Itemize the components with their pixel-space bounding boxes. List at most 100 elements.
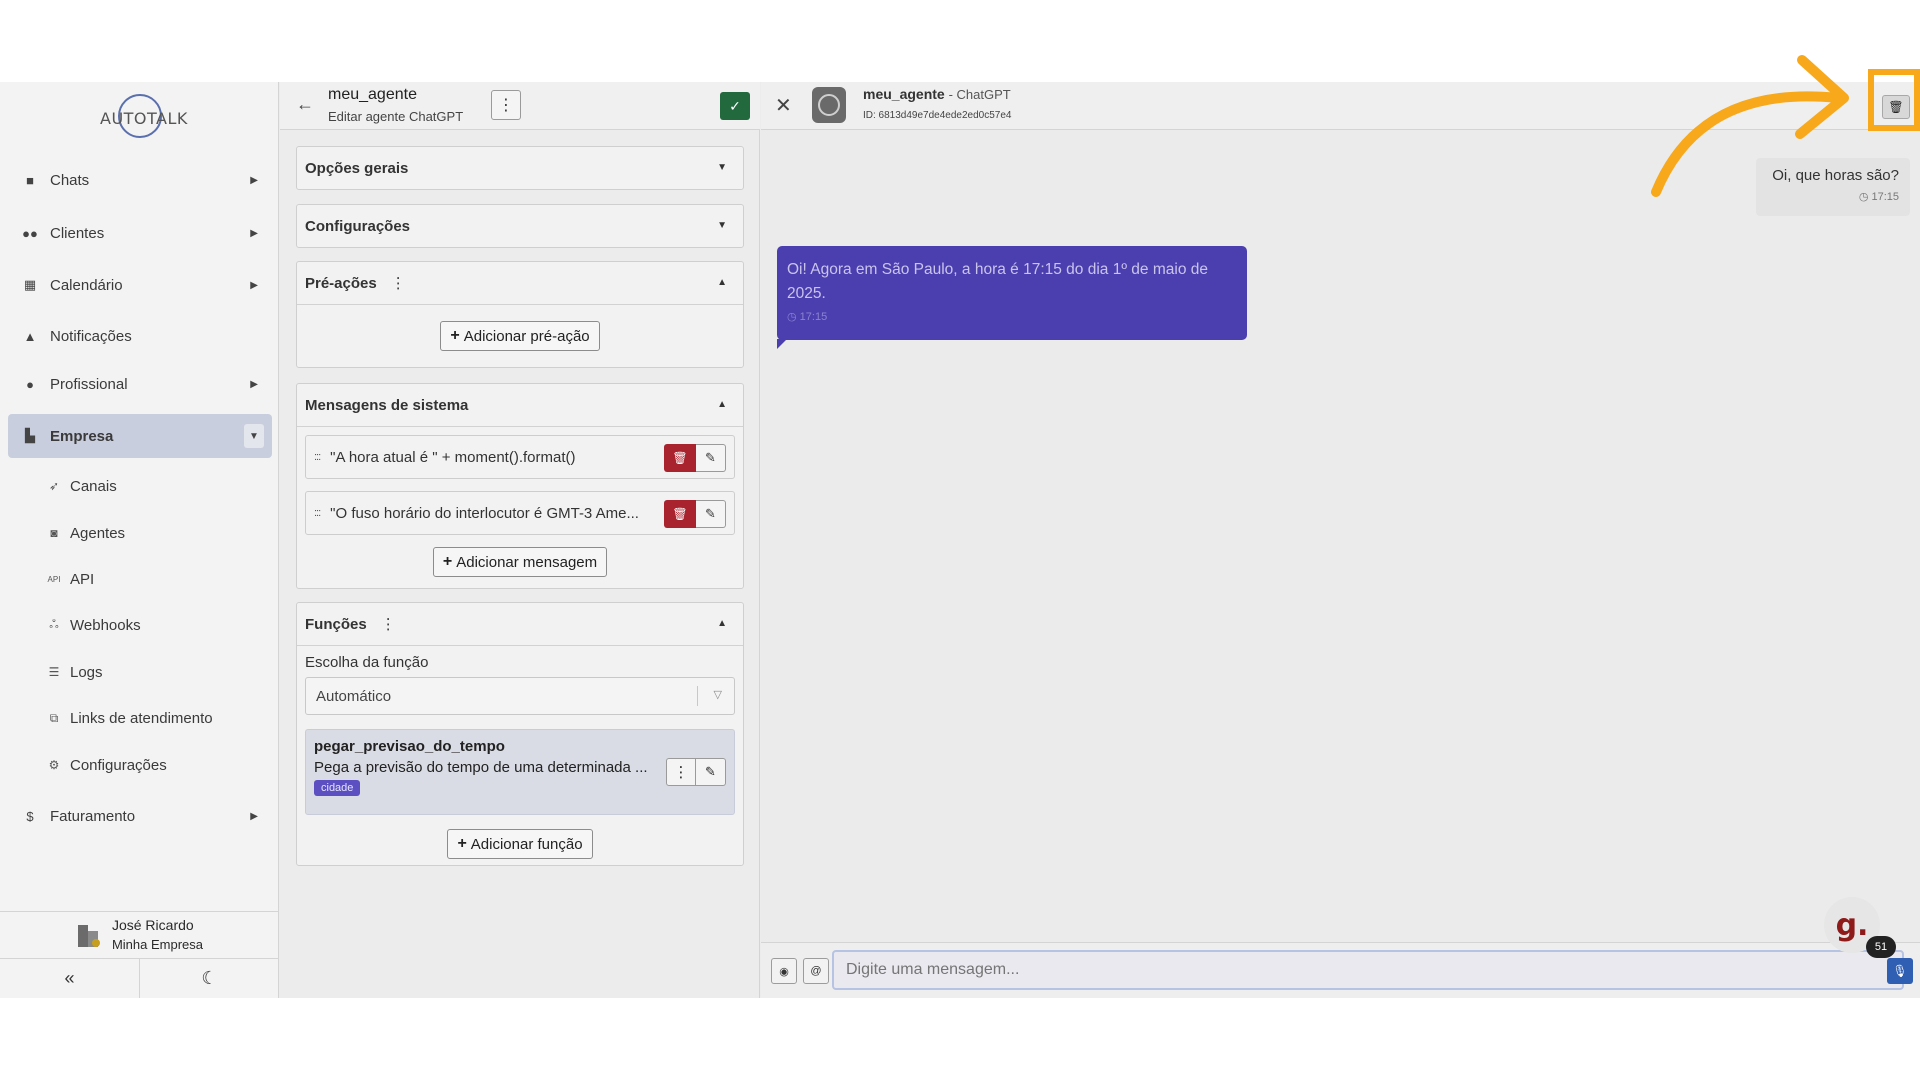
edit-pencil-icon[interactable]: ✎ bbox=[696, 758, 726, 786]
save-checkmark-button[interactable]: ✓ bbox=[720, 92, 750, 120]
microphone-icon[interactable]: 🎙 bbox=[1887, 958, 1913, 984]
section-title: Pré-ações bbox=[305, 274, 377, 292]
logo-text: AUTOTALK bbox=[100, 109, 188, 128]
sidebar-item-chats[interactable]: ■ Chats ▶ bbox=[8, 158, 272, 202]
sidebar-subitem-label: Canais bbox=[70, 477, 117, 495]
caret-right-icon: ▶ bbox=[250, 378, 258, 390]
company-avatar bbox=[76, 921, 102, 949]
sidebar-subitem-api[interactable]: API API bbox=[46, 564, 95, 594]
drag-handle-icon[interactable]: ::: bbox=[314, 507, 321, 519]
user-profile[interactable]: José Ricardo Minha Empresa bbox=[0, 911, 279, 959]
message-time: ◷ 17:15 bbox=[787, 311, 828, 323]
notification-count-badge: 51 bbox=[1866, 936, 1896, 958]
section-title: Mensagens de sistema bbox=[305, 396, 469, 414]
sidebar-item-label: Profissional bbox=[50, 375, 128, 393]
chevron-down-icon: ▽ bbox=[713, 689, 722, 701]
system-message-item[interactable]: ::: "A hora atual é " + moment().format(… bbox=[305, 435, 735, 479]
sidebar-item-label: Calendário bbox=[50, 276, 123, 294]
sidebar-item-label: Faturamento bbox=[50, 807, 136, 825]
chatgpt-logo-icon bbox=[812, 87, 846, 123]
caret-down-icon[interactable]: ▼ bbox=[244, 424, 264, 448]
clock-icon: ◷ bbox=[1858, 191, 1872, 203]
sidebar-subitem-label: Webhooks bbox=[70, 616, 141, 634]
sidebar-subitem-label: Configurações bbox=[70, 756, 167, 774]
agent-editor-panel: ← meu_agente Editar agente ChatGPT ⋮ ✓ O… bbox=[280, 82, 760, 998]
external-link-icon: ⧉ bbox=[49, 710, 59, 725]
add-function-button[interactable]: + Adicionar função bbox=[447, 829, 593, 859]
user-tie-icon: ● bbox=[26, 376, 34, 392]
system-message-text: "A hora atual é " + moment().format() bbox=[330, 448, 576, 466]
user-company: Minha Empresa bbox=[111, 937, 204, 952]
edit-pencil-icon[interactable]: ✎ bbox=[696, 444, 726, 472]
agent-title: meu_agente bbox=[328, 86, 417, 103]
chat-agent-name: meu_agente bbox=[863, 86, 945, 102]
delete-trash-icon[interactable]: 🗑 bbox=[664, 500, 696, 528]
close-icon[interactable]: ✕ bbox=[775, 93, 792, 118]
chevron-up-icon[interactable]: ▲ bbox=[717, 277, 727, 288]
sidebar-item-faturamento[interactable]: $ Faturamento ▶ bbox=[8, 794, 272, 838]
delete-trash-icon[interactable]: 🗑 bbox=[664, 444, 696, 472]
agent-subtitle: Editar agente ChatGPT bbox=[328, 109, 464, 124]
message-input[interactable] bbox=[832, 950, 1904, 990]
calendar-icon: ▦ bbox=[23, 277, 37, 292]
dark-mode-moon-icon[interactable]: ☾ bbox=[140, 959, 279, 998]
sidebar-item-notificacoes[interactable]: ▲ Notificações bbox=[8, 314, 272, 358]
sidebar-subitem-label: API bbox=[70, 570, 95, 588]
sidebar-item-calendario[interactable]: ▦ Calendário ▶ bbox=[8, 263, 272, 307]
gear-icon: ⚙ bbox=[48, 758, 60, 772]
chat-title: meu_agente - ChatGPT bbox=[863, 86, 1011, 102]
sidebar-item-label: Chats bbox=[50, 171, 90, 189]
list-icon: ☰ bbox=[48, 665, 60, 679]
chevron-down-icon[interactable]: ▼ bbox=[717, 162, 727, 173]
section-system-messages: Mensagens de sistema ▲ ::: "A hora atual… bbox=[296, 383, 744, 589]
message-text: Oi! Agora em São Paulo, a hora é 17:15 d… bbox=[787, 261, 1208, 302]
annotation-highlight-box bbox=[1868, 69, 1920, 131]
users-icon: ●● bbox=[22, 225, 38, 241]
chat-preview-panel: ✕ meu_agente - ChatGPT ID: 6813d49e7de4e… bbox=[761, 82, 1920, 998]
edit-pencil-icon[interactable]: ✎ bbox=[696, 500, 726, 528]
plus-icon: + bbox=[442, 553, 453, 570]
section-title: Funções bbox=[305, 615, 367, 633]
sidebar-subitem-canais[interactable]: ➶ Canais bbox=[46, 471, 117, 501]
add-pre-action-button[interactable]: + Adicionar pré-ação bbox=[440, 321, 600, 351]
sidebar-subitem-links[interactable]: ⧉ Links de atendimento bbox=[46, 703, 213, 733]
caret-right-icon: ▶ bbox=[250, 279, 258, 291]
collapse-sidebar-icon[interactable]: « bbox=[0, 959, 140, 998]
drag-handle-icon[interactable]: ::: bbox=[314, 451, 321, 463]
sidebar-subitem-agentes[interactable]: ◙ Agentes bbox=[46, 518, 125, 548]
clock-icon: ◷ bbox=[787, 311, 800, 323]
message-bubble-incoming: Oi! Agora em São Paulo, a hora é 17:15 d… bbox=[777, 246, 1247, 349]
section-general-options[interactable]: Opções gerais ▼ bbox=[296, 146, 744, 190]
plus-icon: + bbox=[457, 835, 467, 852]
back-arrow-icon[interactable]: ← bbox=[296, 94, 314, 115]
function-menu-icon[interactable]: ⋮ bbox=[666, 758, 696, 786]
sidebar-subitem-webhooks[interactable]: ஃ Webhooks bbox=[46, 610, 141, 640]
dollar-icon: $ bbox=[26, 808, 34, 824]
chat-agent-id: ID: 6813d49e7de4ede2ed0c57e4 bbox=[863, 110, 1012, 121]
user-name: José Ricardo bbox=[111, 917, 194, 933]
function-param-badge: cidade bbox=[314, 780, 361, 796]
chevron-down-icon[interactable]: ▼ bbox=[717, 220, 727, 231]
sidebar-subitem-configuracoes[interactable]: ⚙ Configurações bbox=[46, 750, 167, 780]
autotalk-logo: AUTOTALK bbox=[100, 92, 188, 142]
app-window: AUTOTALK ■ Chats ▶ ●● Clientes ▶ ▦ Calen… bbox=[0, 82, 1920, 998]
chevron-up-icon[interactable]: ▲ bbox=[717, 399, 727, 410]
attachment-icon[interactable]: @ bbox=[803, 958, 829, 984]
system-message-item[interactable]: ::: "O fuso horário do interlocutor é GM… bbox=[305, 491, 735, 535]
function-item[interactable]: pegar_previsao_do_tempo Pega a previsão … bbox=[305, 729, 735, 815]
section-menu-icon[interactable]: ⋮ bbox=[391, 274, 406, 292]
sidebar-item-empresa[interactable]: ▙ Empresa ▼ bbox=[8, 414, 272, 458]
add-message-button[interactable]: + Adicionar mensagem bbox=[432, 547, 608, 577]
sidebar-subitem-logs[interactable]: ☰ Logs bbox=[46, 657, 103, 687]
sidebar-item-profissional[interactable]: ● Profissional ▶ bbox=[8, 362, 272, 406]
section-title: Opções gerais bbox=[305, 159, 409, 177]
function-choice-select[interactable]: Automático ▽ bbox=[305, 677, 735, 715]
section-menu-icon[interactable]: ⋮ bbox=[381, 615, 396, 633]
agent-menu-button[interactable]: ⋮ bbox=[491, 90, 521, 120]
section-functions: Funções ⋮ ▲ Escolha da função Automático… bbox=[296, 602, 744, 866]
chevron-up-icon[interactable]: ▲ bbox=[717, 618, 727, 629]
section-settings[interactable]: Configurações ▼ bbox=[296, 204, 744, 248]
section-title: Configurações bbox=[305, 217, 411, 235]
sidebar-item-clientes[interactable]: ●● Clientes ▶ bbox=[8, 211, 272, 255]
camera-icon[interactable]: ◉ bbox=[771, 958, 797, 984]
